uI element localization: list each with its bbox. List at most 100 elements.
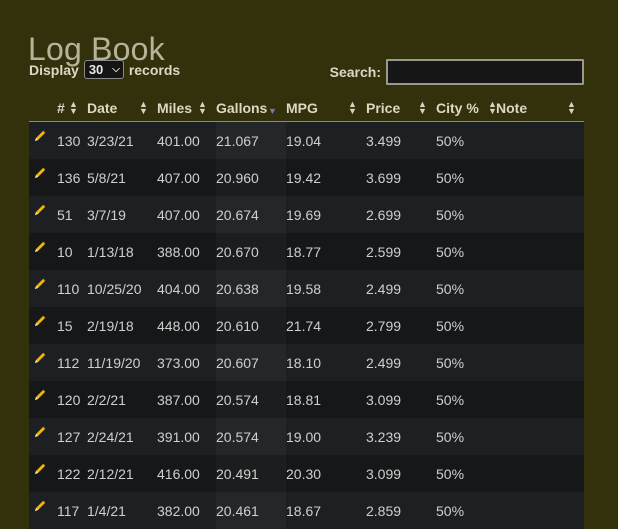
header-num[interactable]: # ▲▼	[57, 94, 87, 122]
row-city: 50%	[436, 381, 496, 418]
table-row: 1171/4/21382.0020.46118.672.85950%	[29, 492, 584, 529]
table-row: 152/19/18448.0020.61021.742.79950%	[29, 307, 584, 344]
table-row: 513/7/19407.0020.67419.692.69950%	[29, 196, 584, 233]
pencil-icon[interactable]	[33, 129, 57, 146]
pencil-icon[interactable]	[33, 388, 57, 405]
table-row: 1222/12/21416.0020.49120.303.09950%	[29, 455, 584, 492]
header-date[interactable]: Date ▲▼	[87, 94, 157, 122]
header-miles[interactable]: Miles ▲▼	[157, 94, 216, 122]
header-price[interactable]: Price ▲▼	[366, 94, 436, 122]
row-date: 10/25/20	[87, 270, 157, 307]
row-price: 3.099	[366, 455, 436, 492]
header-city[interactable]: City % ▲▼	[436, 94, 496, 122]
sort-arrows-icon: ▲▼	[69, 100, 78, 114]
row-gallons: 20.574	[216, 381, 286, 418]
row-miles: 387.00	[157, 381, 216, 418]
row-city: 50%	[436, 492, 496, 529]
row-date: 5/8/21	[87, 159, 157, 196]
row-edit-cell	[29, 455, 57, 492]
sort-arrows-icon: ▲▼	[418, 100, 427, 114]
row-gallons: 20.610	[216, 307, 286, 344]
row-edit-cell	[29, 159, 57, 196]
row-miles: 391.00	[157, 418, 216, 455]
header-mpg[interactable]: MPG ▲▼	[286, 94, 366, 122]
row-miles: 382.00	[157, 492, 216, 529]
header-label: Date	[87, 100, 117, 116]
row-price: 3.239	[366, 418, 436, 455]
row-mpg: 18.77	[286, 233, 366, 270]
row-city: 50%	[436, 159, 496, 196]
pencil-icon[interactable]	[33, 203, 57, 220]
row-edit-cell	[29, 492, 57, 529]
row-mpg: 19.04	[286, 122, 366, 160]
row-note	[496, 492, 584, 529]
pencil-icon[interactable]	[33, 314, 57, 331]
pencil-icon[interactable]	[33, 462, 57, 479]
header-note[interactable]: Note ▲▼	[496, 94, 584, 122]
row-note	[496, 233, 584, 270]
search-control: Search:	[330, 59, 584, 85]
row-date: 3/23/21	[87, 122, 157, 160]
row-city: 50%	[436, 270, 496, 307]
table-body: 1303/23/21401.0021.06719.043.49950%1365/…	[29, 122, 584, 529]
table-row: 11010/25/20404.0020.63819.582.49950%	[29, 270, 584, 307]
sort-arrows-icon: ▲▼	[139, 100, 148, 114]
row-date: 2/19/18	[87, 307, 157, 344]
row-mpg: 19.42	[286, 159, 366, 196]
row-note	[496, 344, 584, 381]
display-label: Display	[29, 62, 79, 78]
pencil-icon[interactable]	[33, 351, 57, 368]
row-num: 136	[57, 159, 87, 196]
row-city: 50%	[436, 418, 496, 455]
table-row: 101/13/18388.0020.67018.772.59950%	[29, 233, 584, 270]
row-mpg: 18.10	[286, 344, 366, 381]
row-miles: 407.00	[157, 196, 216, 233]
page-size-select[interactable]: 30 ⌵	[84, 60, 124, 79]
row-price: 2.859	[366, 492, 436, 529]
row-gallons: 21.067	[216, 122, 286, 160]
row-mpg: 19.69	[286, 196, 366, 233]
row-edit-cell	[29, 196, 57, 233]
row-city: 50%	[436, 344, 496, 381]
row-date: 2/24/21	[87, 418, 157, 455]
log-table-container: # ▲▼ Date ▲▼ Miles ▲▼ Gallons ▼ MPG ▲▼	[29, 94, 584, 529]
header-gallons[interactable]: Gallons ▼	[216, 94, 286, 122]
pencil-icon[interactable]	[33, 425, 57, 442]
row-edit-cell	[29, 307, 57, 344]
row-date: 11/19/20	[87, 344, 157, 381]
row-city: 50%	[436, 307, 496, 344]
row-edit-cell	[29, 233, 57, 270]
pencil-icon[interactable]	[33, 499, 57, 516]
row-mpg: 21.74	[286, 307, 366, 344]
row-miles: 373.00	[157, 344, 216, 381]
row-num: 120	[57, 381, 87, 418]
row-gallons: 20.607	[216, 344, 286, 381]
row-date: 2/2/21	[87, 381, 157, 418]
header-label: Gallons	[216, 100, 267, 116]
table-row: 1303/23/21401.0021.06719.043.49950%	[29, 122, 584, 160]
row-num: 122	[57, 455, 87, 492]
row-miles: 448.00	[157, 307, 216, 344]
row-gallons: 20.960	[216, 159, 286, 196]
pencil-icon[interactable]	[33, 240, 57, 257]
row-note	[496, 270, 584, 307]
row-num: 127	[57, 418, 87, 455]
pencil-icon[interactable]	[33, 277, 57, 294]
records-label: records	[129, 62, 180, 78]
row-mpg: 18.81	[286, 381, 366, 418]
sort-desc-icon: ▼	[268, 106, 277, 116]
row-edit-cell	[29, 344, 57, 381]
table-header-row: # ▲▼ Date ▲▼ Miles ▲▼ Gallons ▼ MPG ▲▼	[29, 94, 584, 122]
row-num: 51	[57, 196, 87, 233]
pencil-icon[interactable]	[33, 166, 57, 183]
search-input[interactable]	[386, 59, 584, 85]
sort-arrows-icon: ▲▼	[198, 100, 207, 114]
row-note	[496, 159, 584, 196]
row-num: 117	[57, 492, 87, 529]
row-date: 1/13/18	[87, 233, 157, 270]
sort-arrows-icon: ▲▼	[567, 100, 576, 114]
row-miles: 388.00	[157, 233, 216, 270]
row-city: 50%	[436, 233, 496, 270]
row-note	[496, 381, 584, 418]
table-row: 11211/19/20373.0020.60718.102.49950%	[29, 344, 584, 381]
